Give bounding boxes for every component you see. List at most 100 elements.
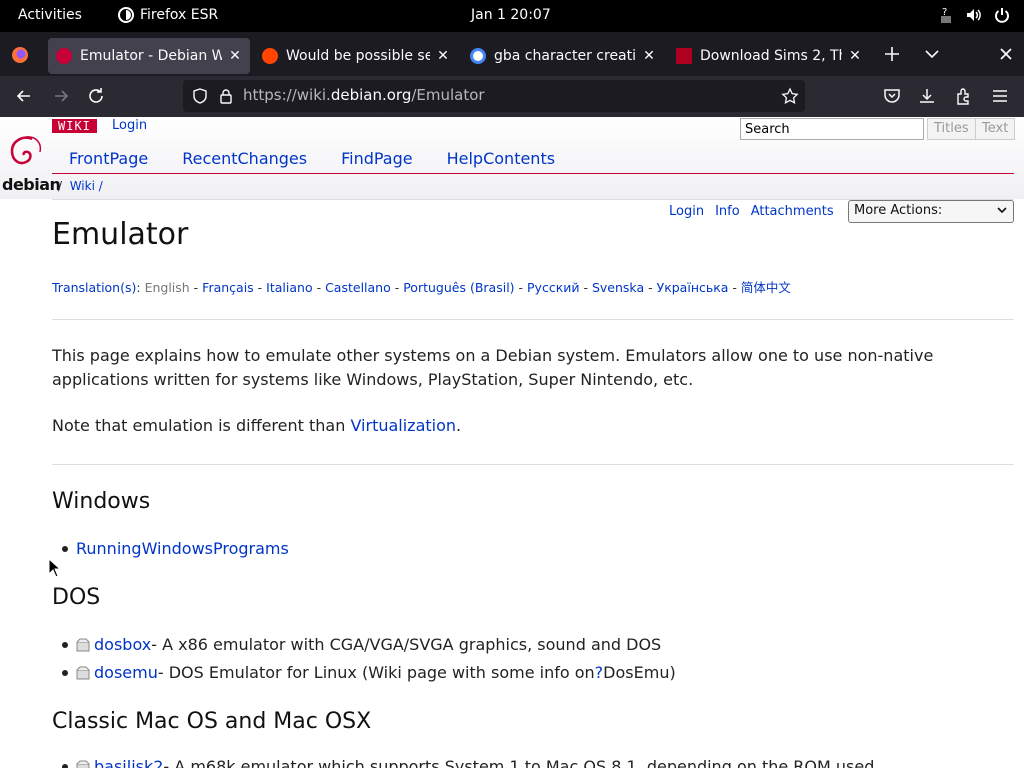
forward-icon[interactable]: [51, 86, 71, 106]
pocket-icon[interactable]: [882, 86, 902, 106]
firefox-view-icon[interactable]: [10, 45, 30, 65]
url-domain: debian.org: [330, 86, 412, 104]
search-input[interactable]: [740, 118, 924, 140]
text-search-button[interactable]: Text: [975, 118, 1016, 140]
lock-icon[interactable]: [217, 87, 235, 105]
basilisk2-link[interactable]: basilisk2: [94, 757, 163, 768]
translation-link[interactable]: Svenska: [592, 280, 644, 295]
bullet-icon: [62, 763, 68, 768]
clock[interactable]: Jan 1 20:07: [471, 7, 551, 23]
sims-favicon-icon: [676, 48, 692, 64]
tab-emulator[interactable]: Emulator - Debian Wiki ✕: [48, 38, 250, 74]
list-all-tabs-icon[interactable]: [922, 44, 942, 64]
dosbox-link[interactable]: dosbox: [94, 635, 151, 654]
extensions-icon[interactable]: [954, 86, 974, 106]
bullet-icon: [62, 669, 68, 676]
bullet-icon: [62, 641, 68, 648]
bookmark-star-icon[interactable]: [781, 87, 799, 105]
breadcrumb: / Wiki /: [58, 179, 103, 193]
list-item: dosbox - A x86 emulator with CGA/VGA/SVG…: [62, 635, 661, 654]
tab-title: Download Sims 2, The: [700, 48, 842, 64]
tab-bar: Emulator - Debian Wiki ✕ Would be possib…: [0, 32, 1024, 76]
note-text: Note that emulation is different than: [52, 416, 351, 435]
network-icon: ?: [938, 6, 954, 24]
firefox-icon: [118, 7, 134, 23]
app-name: Firefox ESR: [140, 7, 219, 23]
package-icon: [76, 666, 90, 679]
dosbox-description: - A x86 emulator with CGA/VGA/SVGA graph…: [151, 635, 662, 654]
translation-link[interactable]: 简体中文: [741, 280, 791, 295]
more-actions-select[interactable]: More Actions:: [848, 200, 1014, 223]
virtualization-link[interactable]: Virtualization: [350, 416, 456, 435]
section-heading-mac: Classic Mac OS and Mac OSX: [52, 709, 372, 734]
intro-paragraph: This page explains how to emulate other …: [52, 346, 934, 389]
app-menu[interactable]: Firefox ESR: [118, 7, 218, 23]
note-period: .: [456, 416, 462, 435]
basilisk2-description: - A m68k emulator which supports System …: [163, 757, 875, 768]
attachments-link[interactable]: Attachments: [751, 204, 834, 219]
nav-findpage[interactable]: FindPage: [324, 145, 430, 173]
close-tab-icon[interactable]: ✕: [642, 48, 656, 64]
back-icon[interactable]: [14, 86, 34, 106]
more-actions-label: More Actions:: [854, 203, 943, 218]
dosemu-missing-page-link[interactable]: ?: [595, 663, 604, 682]
wiki-badge[interactable]: WIKI: [52, 119, 97, 133]
tab-google[interactable]: gba character creation ✕: [462, 38, 664, 74]
nav-helpcontents[interactable]: HelpContents: [430, 145, 572, 173]
system-tray[interactable]: ?: [938, 6, 1010, 24]
wiki-main-nav: FrontPage RecentChanges FindPage HelpCon…: [52, 145, 1014, 174]
tracking-protection-icon[interactable]: [191, 87, 209, 105]
translation-link[interactable]: Русский: [527, 280, 579, 295]
breadcrumb-separator: /: [58, 179, 63, 193]
translation-link[interactable]: Українська: [657, 280, 729, 295]
translation-link[interactable]: Português (Brasil): [403, 280, 514, 295]
package-icon: [76, 760, 90, 768]
list-item: basilisk2 - A m68k emulator which suppor…: [62, 757, 874, 768]
reddit-favicon-icon: [262, 48, 278, 64]
gnome-top-bar: Activities Firefox ESR Jan 1 20:07 ?: [0, 0, 1024, 32]
svg-text:?: ?: [942, 7, 947, 18]
tab-title: Would be possible see: [286, 48, 430, 64]
section-heading-windows: Windows: [52, 489, 151, 514]
activities-button[interactable]: Activities: [18, 7, 82, 23]
power-icon: [994, 6, 1010, 24]
new-tab-icon[interactable]: [882, 44, 902, 64]
login-link-top[interactable]: Login: [112, 118, 147, 133]
running-windows-programs-link[interactable]: RunningWindowsPrograms: [76, 539, 289, 558]
url-text[interactable]: https://wiki.debian.org/Emulator: [243, 86, 485, 104]
url-bar[interactable]: https://wiki.debian.org/Emulator: [183, 80, 805, 112]
translations-link[interactable]: Translation(s): [52, 280, 136, 295]
tab-reddit[interactable]: Would be possible see ✕: [254, 38, 458, 74]
downloads-icon[interactable]: [917, 86, 937, 106]
tab-sims[interactable]: Download Sims 2, The ✕: [668, 38, 870, 74]
breadcrumb-wiki[interactable]: Wiki /: [70, 179, 103, 193]
list-item: RunningWindowsPrograms: [62, 539, 289, 558]
dosemu-description: - DOS Emulator for Linux (Wiki page with…: [157, 663, 595, 682]
info-link[interactable]: Info: [715, 204, 740, 219]
login-link[interactable]: Login: [669, 204, 704, 219]
translation-link[interactable]: Français: [202, 280, 254, 295]
translation-link[interactable]: Castellano: [325, 280, 391, 295]
reload-icon[interactable]: [86, 86, 106, 106]
navigation-toolbar: https://wiki.debian.org/Emulator: [0, 76, 1024, 117]
close-tab-icon[interactable]: ✕: [848, 48, 862, 64]
close-tab-icon[interactable]: ✕: [228, 48, 242, 64]
window-close-icon[interactable]: [996, 44, 1016, 64]
chevron-down-icon: [997, 207, 1007, 214]
translation-current: English: [144, 280, 190, 295]
nav-recentchanges[interactable]: RecentChanges: [165, 145, 324, 173]
close-tab-icon[interactable]: ✕: [436, 48, 450, 64]
menu-icon[interactable]: [990, 86, 1010, 106]
mouse-cursor-icon: [48, 558, 60, 578]
dosemu-description-end: DosEmu): [603, 663, 676, 682]
debian-favicon-icon: [56, 48, 72, 64]
list-item: dosemu - DOS Emulator for Linux (Wiki pa…: [62, 663, 676, 682]
bullet-icon: [62, 545, 68, 552]
debian-swirl-icon: [10, 136, 42, 165]
titles-search-button[interactable]: Titles: [927, 118, 976, 140]
debian-wordmark: debian: [2, 175, 61, 194]
dosemu-link[interactable]: dosemu: [94, 663, 158, 682]
nav-frontpage[interactable]: FrontPage: [52, 145, 165, 173]
debian-logo[interactable]: debian: [2, 131, 61, 195]
translation-link[interactable]: Italiano: [266, 280, 312, 295]
